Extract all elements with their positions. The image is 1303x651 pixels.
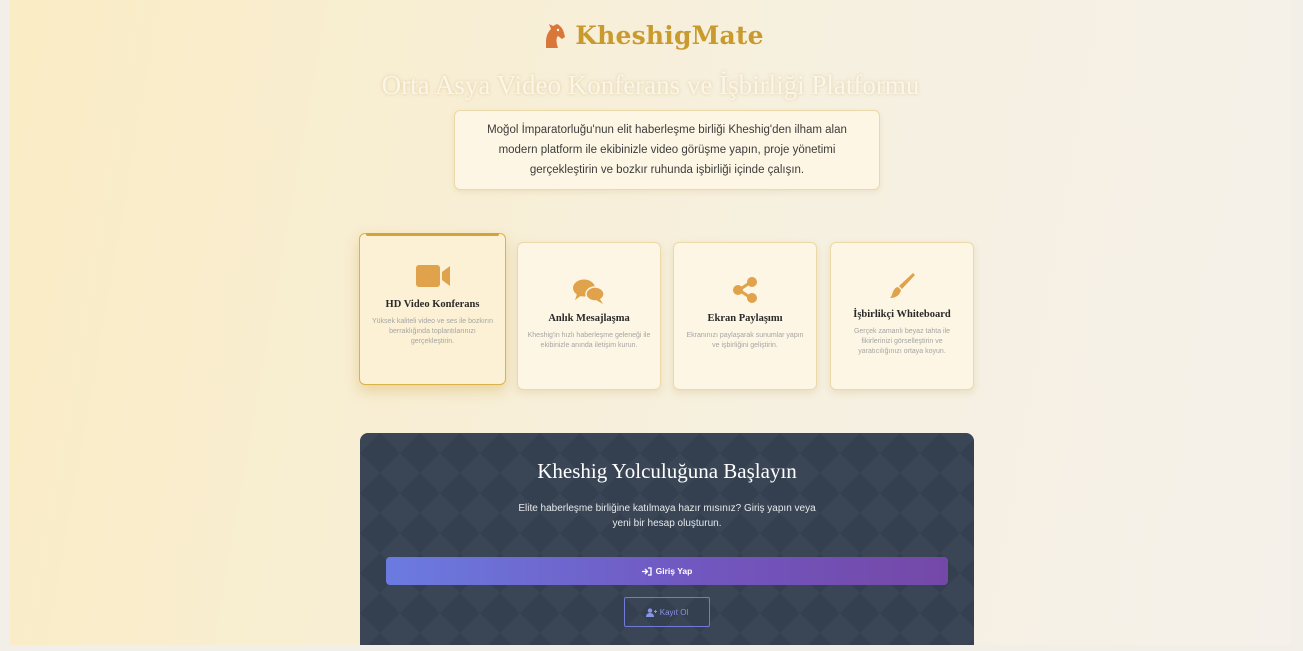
video-camera-icon xyxy=(415,265,450,287)
feature-title: İşbirlikçi Whiteboard xyxy=(853,309,951,320)
brand: KheshigMate xyxy=(10,20,1291,50)
brand-name: KheshigMate xyxy=(575,20,764,50)
feature-card-whiteboard[interactable]: İşbirlikçi Whiteboard Gerçek zamanlı bey… xyxy=(830,242,974,390)
feature-desc: Kheshig'in hızlı haberleşme geleneği ile… xyxy=(527,332,651,349)
feature-title: Ekran Paylaşımı xyxy=(707,313,783,324)
cta-title: Kheshig Yolculuğuna Başlayın xyxy=(537,459,797,483)
hero-subtitle: Orta Asya Video Konferans ve İşbirliği P… xyxy=(381,70,920,100)
cta-panel: Kheshig Yolculuğuna Başlayın Elite haber… xyxy=(360,433,974,645)
landing-page: KheshigMate Orta Asya Video Konferans ve… xyxy=(10,0,1291,645)
paint-brush-icon xyxy=(890,273,915,298)
feature-card-messaging[interactable]: Anlık Mesajlaşma Kheshig'in hızlı haberl… xyxy=(517,242,661,390)
intro-box: Moğol İmparatorluğu'nun elit haberleşme … xyxy=(454,110,880,190)
chat-bubbles-icon xyxy=(573,279,605,304)
login-button[interactable]: Giriş Yap xyxy=(386,557,948,585)
horse-head-icon xyxy=(546,24,566,48)
feature-card-screen-share[interactable]: Ekran Paylaşımı Ekranınızı paylaşarak su… xyxy=(673,242,817,390)
feature-desc: Yüksek kaliteli video ve ses ile bozkırı… xyxy=(372,318,493,345)
feature-card-video[interactable]: HD Video Konferans Yüksek kaliteli video… xyxy=(359,233,506,385)
intro-text: Moğol İmparatorluğu'nun elit haberleşme … xyxy=(487,124,847,176)
register-button[interactable]: Kayıt Ol xyxy=(624,597,710,627)
feature-desc: Gerçek zamanlı beyaz tahta ile fikirleri… xyxy=(853,328,951,355)
login-button-label: Giriş Yap xyxy=(655,566,693,576)
sign-in-icon xyxy=(641,566,652,576)
cta-text: Elite haberleşme birliğine katılmaya haz… xyxy=(518,503,816,529)
feature-title: Anlık Mesajlaşma xyxy=(548,313,630,324)
register-button-label: Kayıt Ol xyxy=(659,607,689,617)
share-icon xyxy=(733,277,757,303)
user-plus-icon xyxy=(645,607,657,617)
feature-title: HD Video Konferans xyxy=(385,299,480,310)
feature-desc: Ekranınızı paylaşarak sunumlar yapın ve … xyxy=(686,332,804,349)
